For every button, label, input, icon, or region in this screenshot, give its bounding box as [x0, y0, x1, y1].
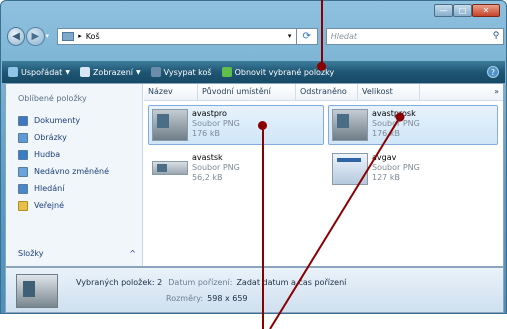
views-label: Zobrazení — [92, 67, 133, 77]
date-taken-label: Datum pořízení: — [168, 278, 233, 287]
column-header-name[interactable]: Název — [144, 84, 198, 100]
folders-toggle[interactable]: Složky ^ — [18, 249, 136, 258]
search-icon[interactable]: ⚲ — [489, 31, 503, 41]
sidebar-item-label: Veřejné — [34, 201, 65, 210]
image-thumbnail — [332, 109, 368, 141]
dimensions-label: Rozměry: — [166, 294, 204, 303]
folders-label: Složky — [18, 249, 44, 258]
chevron-down-icon: ▼ — [136, 68, 141, 76]
file-item-avastpro[interactable]: avastpro Soubor PNG 176 kB — [148, 105, 324, 145]
views-button[interactable]: Zobrazení ▼ — [79, 67, 141, 77]
recent-icon — [18, 166, 28, 177]
file-name: avastpro — [192, 109, 227, 118]
image-thumbnail — [152, 161, 188, 175]
command-bar: Uspořádat ▼ Zobrazení ▼ Vysypat koš Obno… — [2, 61, 505, 83]
organize-icon — [8, 67, 18, 77]
breadcrumb-separator[interactable]: ▸ — [78, 32, 82, 40]
file-item-avastsk[interactable]: avastsk Soubor PNG 56,2 kB — [148, 149, 324, 189]
selection-count: Vybraných položek: 2 — [76, 278, 163, 287]
content-area: Oblíbené položky Dokumenty Obrázky Hudba… — [5, 83, 504, 267]
caption-buttons: — □ ✕ — [434, 4, 500, 17]
dimensions-value: 598 x 659 — [207, 294, 248, 303]
empty-bin-icon — [150, 67, 161, 77]
search-folder-icon — [18, 183, 28, 194]
address-field[interactable]: ▸ Koš ▾ — [57, 27, 297, 45]
image-thumbnail — [152, 109, 188, 141]
breadcrumb-location[interactable]: Koš — [86, 32, 284, 41]
close-button[interactable]: ✕ — [472, 4, 500, 17]
column-header-original-location[interactable]: Původní umístění — [198, 84, 296, 100]
sidebar-item-documents[interactable]: Dokumenty — [18, 112, 109, 129]
pictures-icon — [18, 132, 28, 143]
explorer-window: — □ ✕ ◀ ▶ ▾ ▸ Koš ▾ ⟳ Hledat ⚲ Uspořádat… — [0, 0, 507, 314]
details-line-1: Vybraných položek: 2 Datum pořízení: Zad… — [76, 278, 352, 287]
callout-line-file1 — [262, 125, 264, 329]
file-item-avastprosk[interactable]: avastprosk Soubor PNG 176 kB — [328, 105, 498, 145]
file-item-avgav[interactable]: avgav Soubor PNG 127 kB — [328, 149, 498, 189]
preview-thumbnail — [16, 274, 58, 308]
sidebar-item-label: Hudba — [34, 150, 61, 159]
documents-icon — [18, 115, 28, 126]
organize-label: Uspořádat — [21, 67, 63, 77]
column-headers: Název Původní umístění Odstraněno Veliko… — [144, 84, 503, 101]
file-name: avastprosk — [372, 109, 416, 118]
back-button[interactable]: ◀ — [7, 26, 26, 46]
public-folder-icon — [18, 200, 28, 211]
sidebar-item-label: Dokumenty — [34, 116, 81, 125]
file-type: Soubor PNG — [372, 163, 420, 172]
file-size: 176 kB — [192, 129, 220, 138]
sidebar-item-label: Obrázky — [34, 133, 67, 142]
column-header-deleted[interactable]: Odstraněno — [296, 84, 358, 100]
sidebar-item-music[interactable]: Hudba — [18, 146, 109, 163]
file-size: 127 kB — [372, 173, 400, 182]
callout-marker-file1 — [258, 121, 267, 130]
sidebar-item-label: Hledání — [34, 184, 65, 193]
minimize-button[interactable]: — — [434, 4, 453, 17]
details-line-2: Rozměry: 598 x 659 — [166, 294, 254, 303]
sidebar-item-recent[interactable]: Nedávno změněné — [18, 163, 109, 180]
help-button[interactable]: ? — [487, 66, 499, 78]
file-list-pane: Název Původní umístění Odstraněno Veliko… — [144, 84, 503, 266]
sidebar-item-searches[interactable]: Hledání — [18, 180, 109, 197]
sidebar-item-public[interactable]: Veřejné — [18, 197, 109, 214]
views-icon — [79, 67, 90, 77]
search-field[interactable]: Hledat ⚲ — [325, 27, 504, 45]
callout-line-restore — [321, 0, 323, 66]
music-icon — [18, 149, 28, 160]
chevron-down-icon: ▼ — [65, 68, 70, 76]
maximize-button[interactable]: □ — [453, 4, 472, 17]
search-input[interactable]: Hledat — [331, 32, 489, 41]
sidebar-item-label: Nedávno změněné — [34, 167, 110, 176]
file-type: Soubor PNG — [372, 119, 420, 128]
empty-bin-button[interactable]: Vysypat koš — [150, 67, 212, 77]
file-type: Soubor PNG — [192, 163, 240, 172]
file-name: avgav — [372, 153, 397, 162]
more-columns-icon[interactable]: » — [420, 84, 503, 100]
navigation-pane: Oblíbené položky Dokumenty Obrázky Hudba… — [6, 84, 143, 266]
column-header-size[interactable]: Velikost — [358, 84, 420, 100]
address-bar: ◀ ▶ ▾ ▸ Koš ▾ ⟳ Hledat ⚲ — [7, 25, 504, 47]
date-taken-value[interactable]: Zadat datum a čas pořízení — [236, 278, 346, 287]
file-type: Soubor PNG — [192, 119, 240, 128]
refresh-icon[interactable]: ⟳ — [296, 27, 318, 45]
details-pane: Vybraných položek: 2 Datum pořízení: Zad… — [5, 267, 504, 313]
restore-icon — [221, 67, 232, 77]
empty-bin-label: Vysypat koš — [163, 67, 212, 77]
address-dropdown-icon[interactable]: ▾ — [284, 32, 296, 40]
file-name: avastsk — [192, 153, 223, 162]
organize-button[interactable]: Uspořádat ▼ — [8, 67, 70, 77]
forward-button[interactable]: ▶ — [26, 26, 45, 46]
favorites-list: Dokumenty Obrázky Hudba Nedávno změněné … — [18, 112, 109, 214]
file-size: 56,2 kB — [192, 173, 223, 182]
sidebar-item-pictures[interactable]: Obrázky — [18, 129, 109, 146]
file-size: 176 kB — [372, 129, 400, 138]
chevron-up-icon: ^ — [129, 249, 136, 258]
callout-marker-restore — [317, 62, 326, 71]
favorites-title: Oblíbené položky — [18, 94, 87, 103]
image-thumbnail — [332, 153, 368, 185]
recycle-bin-icon — [62, 31, 75, 41]
history-dropdown[interactable]: ▾ — [46, 32, 54, 40]
